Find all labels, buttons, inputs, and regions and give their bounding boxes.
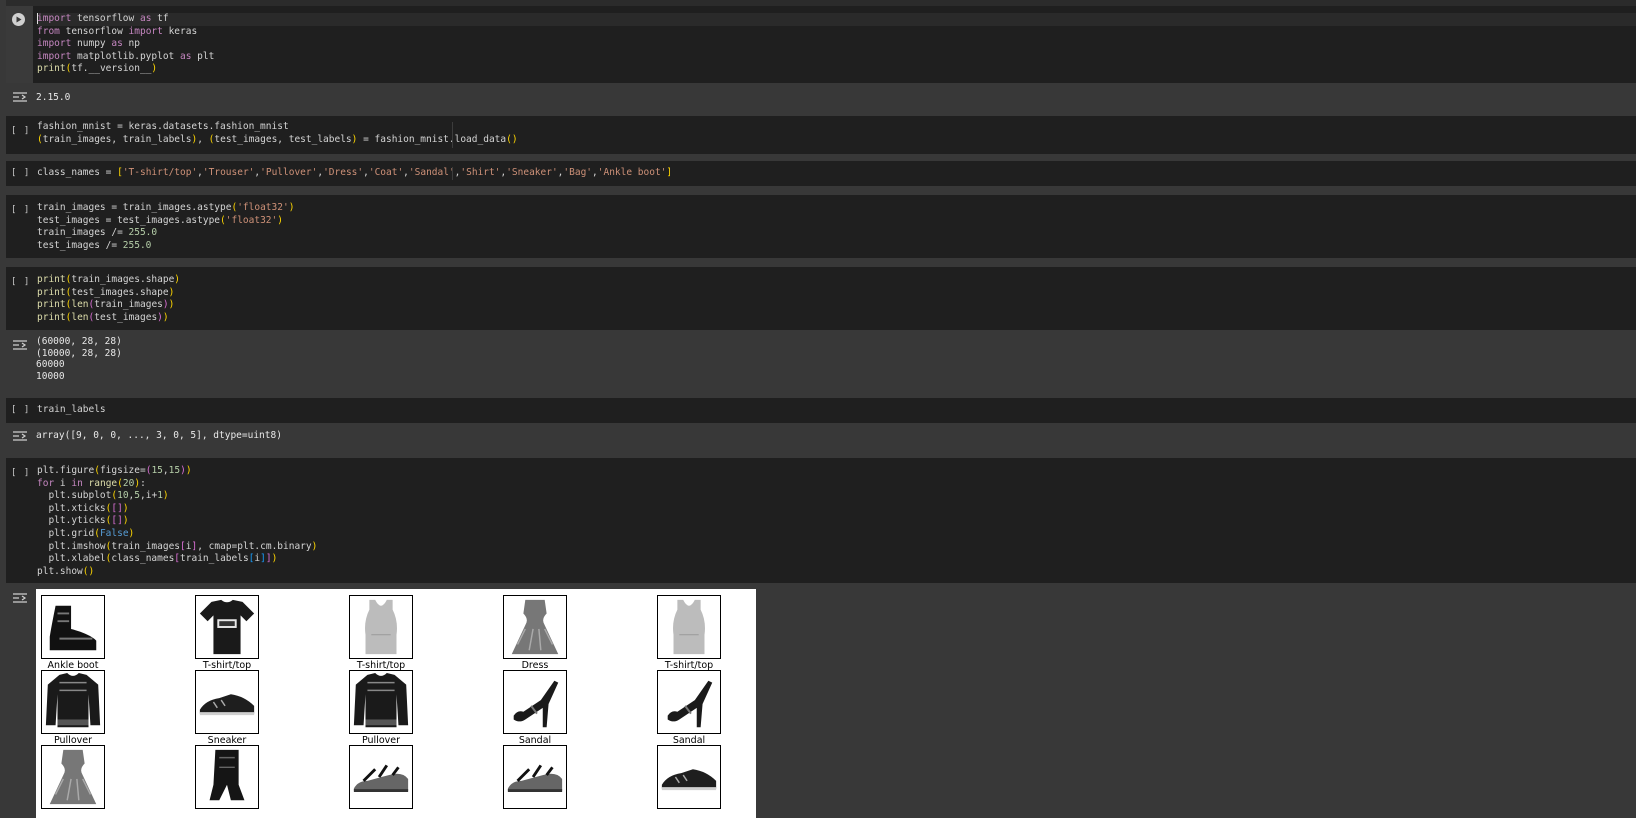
code-line[interactable]: train_images /= 255.0 (37, 227, 1636, 240)
matplotlib-figure: Ankle boot T-shirt/top T-shirt/top Dress T-s… (36, 589, 756, 818)
code-cell-imports[interactable]: import tensorflow as tf from tensorflow i… (6, 6, 1636, 83)
code-line[interactable]: from tensorflow import keras (37, 26, 1636, 39)
subplot-thumbnail (195, 670, 259, 734)
output-toggle-icon[interactable] (12, 91, 28, 103)
subplot-label: Sandal (672, 735, 706, 746)
subplot-thumbnail (503, 670, 567, 734)
code-line[interactable]: plt.subplot(10,5,i+1) (37, 490, 1636, 503)
cell-output-version: 2.15.0 (6, 85, 1636, 115)
output-text: 2.15.0 (36, 92, 70, 104)
code-cell-print-shapes[interactable]: [ ] print(train_images.shape) print(test_… (6, 267, 1636, 330)
code-line[interactable]: train_images = train_images.astype('floa… (37, 202, 1636, 215)
code-editor[interactable]: class_names = ['T-shirt/top','Trouser','… (37, 167, 1636, 180)
cell-output-shapes: (60000, 28, 28) (10000, 28, 28) 60000 10000 (6, 333, 1636, 395)
subplot-label: T-shirt/top (356, 660, 406, 671)
code-line[interactable]: plt.imshow(train_images[i], cmap=plt.cm.… (37, 541, 1636, 554)
code-editor[interactable]: fashion_mnist = keras.datasets.fashion_m… (37, 121, 1636, 146)
subplot-label: Pullover (361, 735, 401, 746)
code-line[interactable]: print(len(train_images)) (37, 299, 1636, 312)
cell-gutter: [ ] (6, 458, 33, 583)
code-line[interactable]: print(len(test_images)) (37, 312, 1636, 325)
execution-count[interactable]: [ ] (11, 205, 30, 215)
output-line: (60000, 28, 28) (36, 336, 122, 347)
subplot-label: Ankle boot (47, 660, 99, 671)
subplot-label: Pullover (53, 735, 93, 746)
subplot-thumbnail (657, 670, 721, 734)
code-line[interactable]: print(train_images.shape) (37, 274, 1636, 287)
code-cell-plot[interactable]: [ ] plt.figure(figsize=(15,15)) for i in … (6, 458, 1636, 583)
code-line[interactable]: plt.grid(False) (37, 528, 1636, 541)
output-toggle-icon[interactable] (12, 430, 28, 442)
play-circle-icon (16, 16, 22, 23)
subplot-thumbnail (503, 595, 567, 659)
code-line[interactable]: train_labels (37, 404, 1636, 417)
execution-count[interactable]: [ ] (11, 277, 30, 287)
subplot-thumbnail (349, 745, 413, 809)
output-line: 2.15.0 (36, 92, 71, 103)
output-toggle-icon[interactable] (12, 592, 28, 604)
code-editor[interactable]: train_labels (37, 404, 1636, 417)
execution-count[interactable]: [ ] (11, 168, 30, 178)
code-line[interactable]: plt.figure(figsize=(15,15)) (37, 465, 1636, 478)
subplot-thumbnail (349, 595, 413, 659)
code-line[interactable]: test_images = test_images.astype('float3… (37, 215, 1636, 228)
cell-gutter: [ ] (6, 398, 33, 423)
code-line[interactable]: plt.xlabel(class_names[train_labels[i]]) (37, 553, 1636, 566)
code-line[interactable]: print(test_images.shape) (37, 287, 1636, 300)
output-line: 60000 (36, 359, 65, 371)
code-line[interactable]: test_images /= 255.0 (37, 240, 1636, 253)
subplot-label: Sneaker (207, 735, 247, 746)
subplot-thumbnail (349, 670, 413, 734)
run-cell-button[interactable] (12, 13, 25, 26)
subplot-thumbnail (195, 595, 259, 659)
subplot-thumbnail (41, 595, 105, 659)
code-cell-class-names[interactable]: [ ] class_names = ['T-shirt/top','Trouse… (6, 161, 1636, 186)
code-line[interactable]: import numpy as np (37, 38, 1636, 51)
cell-gutter (6, 6, 33, 83)
output-toggle-icon[interactable] (12, 339, 28, 351)
execution-count[interactable]: [ ] (11, 126, 30, 136)
subplot-thumbnail (195, 745, 259, 809)
subplot-thumbnail (657, 595, 721, 659)
line-length-ruler (452, 122, 453, 148)
output-line: array([9, 0, 0, ..., 3, 0, 5], dtype=uin… (36, 430, 282, 441)
code-line[interactable]: (train_images, train_labels), (test_imag… (37, 134, 1636, 147)
code-cell-train-labels[interactable]: [ ] train_labels (6, 398, 1636, 423)
code-line[interactable]: plt.xticks([]) (37, 503, 1636, 516)
code-editor[interactable]: plt.figure(figsize=(15,15)) for i in rang… (37, 465, 1636, 578)
cell-gutter: [ ] (6, 161, 33, 186)
code-editor[interactable]: import tensorflow as tf from tensorflow i… (37, 13, 1636, 76)
code-line[interactable]: import tensorflow as tf (37, 13, 1636, 26)
code-cell-normalize[interactable]: [ ] train_images = train_images.astype('… (6, 195, 1636, 258)
subplot-thumbnail (657, 745, 721, 809)
cell-gutter: [ ] (6, 195, 33, 258)
execution-count[interactable]: [ ] (11, 405, 30, 415)
subplot-label: T-shirt/top (202, 660, 252, 671)
output-line: 10000 (36, 371, 65, 383)
code-line[interactable]: plt.show() (37, 566, 1636, 579)
code-editor[interactable]: print(train_images.shape) print(test_imag… (37, 274, 1636, 324)
subplot-thumbnail (41, 670, 105, 734)
execution-count[interactable]: [ ] (11, 468, 30, 478)
code-editor[interactable]: train_images = train_images.astype('floa… (37, 202, 1636, 252)
subplot-label: Sandal (518, 735, 552, 746)
output-line: (10000, 28, 28) (36, 347, 122, 359)
code-cell-load-data[interactable]: [ ] fashion_mnist = keras.datasets.fashi… (6, 116, 1636, 154)
code-line[interactable]: plt.yticks([]) (37, 515, 1636, 528)
code-line[interactable]: for i in range(20): (37, 478, 1636, 491)
code-line[interactable]: import matplotlib.pyplot as plt (37, 51, 1636, 64)
output-text: (60000, 28, 28) (10000, 28, 28) 60000 10000 (36, 336, 122, 383)
subplot-thumbnail (503, 745, 567, 809)
subplot-label: Dress (521, 660, 549, 671)
subplot-thumbnail (41, 745, 105, 809)
output-text: array([9, 0, 0, ..., 3, 0, 5], dtype=uin… (36, 430, 282, 442)
code-line[interactable]: class_names = ['T-shirt/top','Trouser','… (37, 167, 1636, 180)
line-length-ruler (452, 167, 453, 180)
cell-gutter: [ ] (6, 116, 33, 154)
code-line[interactable]: fashion_mnist = keras.datasets.fashion_m… (37, 121, 1636, 134)
code-line[interactable]: print(tf.__version__) (37, 63, 1636, 76)
subplot-label: T-shirt/top (664, 660, 714, 671)
cell-output-array: array([9, 0, 0, ..., 3, 0, 5], dtype=uin… (6, 424, 1636, 452)
cell-gutter: [ ] (6, 267, 33, 330)
